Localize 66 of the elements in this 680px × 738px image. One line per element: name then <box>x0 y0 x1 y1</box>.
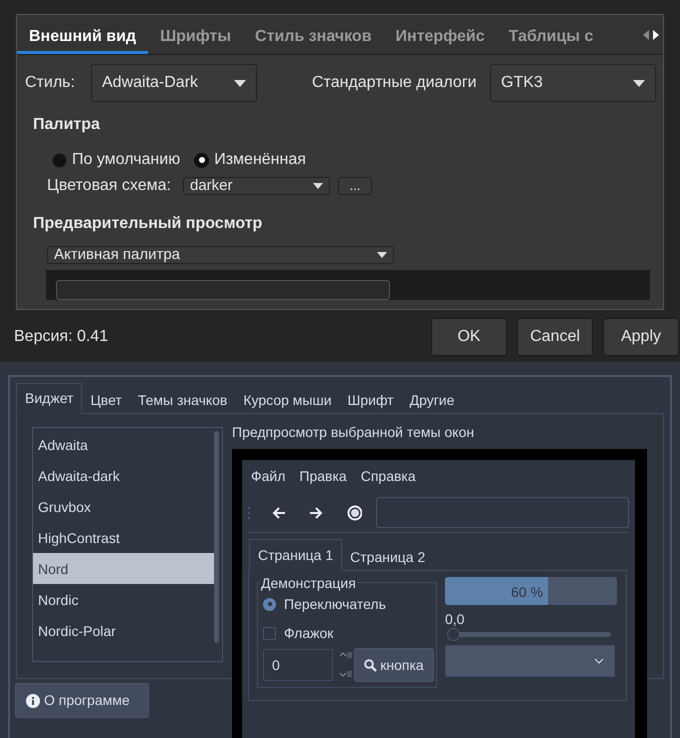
theme-item[interactable]: Adwaita <box>33 429 214 460</box>
about-button[interactable]: О программе <box>15 683 149 718</box>
style-label: Стиль: <box>25 73 76 93</box>
tab[interactable]: Шрифты <box>148 15 244 54</box>
scheme-label: Цветовая схема: <box>47 176 172 196</box>
tab[interactable]: Цвет <box>82 387 130 414</box>
radio-button[interactable] <box>194 152 210 168</box>
section-heading: Палитра <box>33 115 101 135</box>
radio-label: Переключатель <box>284 594 386 614</box>
tab[interactable]: Стиль значков <box>243 15 384 54</box>
address-field[interactable] <box>376 497 629 528</box>
caret-icon <box>234 80 246 86</box>
dialogs-dropdown[interactable]: GTK3 <box>490 64 656 102</box>
tab[interactable]: Таблицы с <box>496 15 606 54</box>
slider-reading: 0,0 <box>445 610 466 627</box>
dialog-button[interactable]: Apply <box>603 318 679 356</box>
menu-item[interactable]: Справка <box>360 466 416 487</box>
version-label: Версия: 0.41 <box>14 327 110 347</box>
radio-button[interactable] <box>52 152 67 168</box>
menu-item[interactable]: Правка <box>299 466 347 487</box>
scrollbar-thumb[interactable] <box>214 431 219 643</box>
forward-arrow-icon[interactable] <box>308 506 322 518</box>
radio-label: По умолчанию <box>72 150 180 170</box>
theme-item[interactable]: Gruvbox <box>33 491 214 522</box>
search-icon <box>364 658 378 672</box>
theme-item[interactable]: Nordic <box>33 584 214 615</box>
back-arrow-icon[interactable] <box>272 506 286 518</box>
radio-label: Изменённая <box>214 150 306 170</box>
tab[interactable]: Шрифт <box>340 387 402 414</box>
tab[interactable]: Темы значков <box>130 387 236 414</box>
progress-text: 60 % <box>511 583 543 602</box>
tab[interactable]: Виджет <box>16 383 82 414</box>
caret-icon <box>313 183 323 189</box>
more-button[interactable]: ... <box>338 177 372 195</box>
theme-item[interactable]: Nord <box>33 553 214 584</box>
theme-item[interactable]: HighContrast <box>33 522 214 553</box>
stop-icon[interactable] <box>346 504 362 520</box>
search-button[interactable]: кнопка <box>354 648 434 682</box>
dialog-button[interactable]: OK <box>431 318 507 356</box>
menu-item[interactable]: Файл <box>251 466 286 487</box>
scheme-dropdown[interactable]: darker <box>183 177 330 195</box>
theme-item[interactable]: Adwaita-dark <box>33 460 214 491</box>
theme-item[interactable]: Nordic-Polar <box>33 615 214 646</box>
tab[interactable]: Интерфейс <box>384 15 497 54</box>
slider-thumb[interactable] <box>447 628 460 641</box>
chevron-down-icon <box>594 658 604 664</box>
radio-button[interactable] <box>263 598 276 610</box>
dialogs-label: Стандартные диалоги <box>312 73 478 93</box>
palette-dropdown[interactable]: Активная палитра <box>47 246 394 264</box>
tab[interactable]: Страница 2 <box>342 543 434 571</box>
checkbox-label: Флажок <box>284 624 334 642</box>
caret-icon <box>633 80 645 86</box>
tab[interactable]: Страница 1 <box>249 539 342 571</box>
style-dropdown[interactable]: Adwaita-Dark <box>91 64 257 102</box>
checkbox[interactable] <box>263 626 276 640</box>
tab[interactable]: Курсор мыши <box>235 387 340 414</box>
dialog-button[interactable]: Cancel <box>517 318 593 356</box>
caret-icon <box>377 252 387 258</box>
info-icon <box>26 694 40 708</box>
scroll-right-icon[interactable] <box>653 30 659 40</box>
spin-field[interactable]: 0 <box>263 649 333 681</box>
scroll-left-icon[interactable] <box>643 30 649 40</box>
tab[interactable]: Внешний вид <box>17 15 148 54</box>
tab[interactable]: Другие <box>402 387 462 414</box>
preview-label: Предпросмотр выбранной темы окон <box>232 423 476 440</box>
section-heading: Предварительный просмотр <box>33 214 264 234</box>
